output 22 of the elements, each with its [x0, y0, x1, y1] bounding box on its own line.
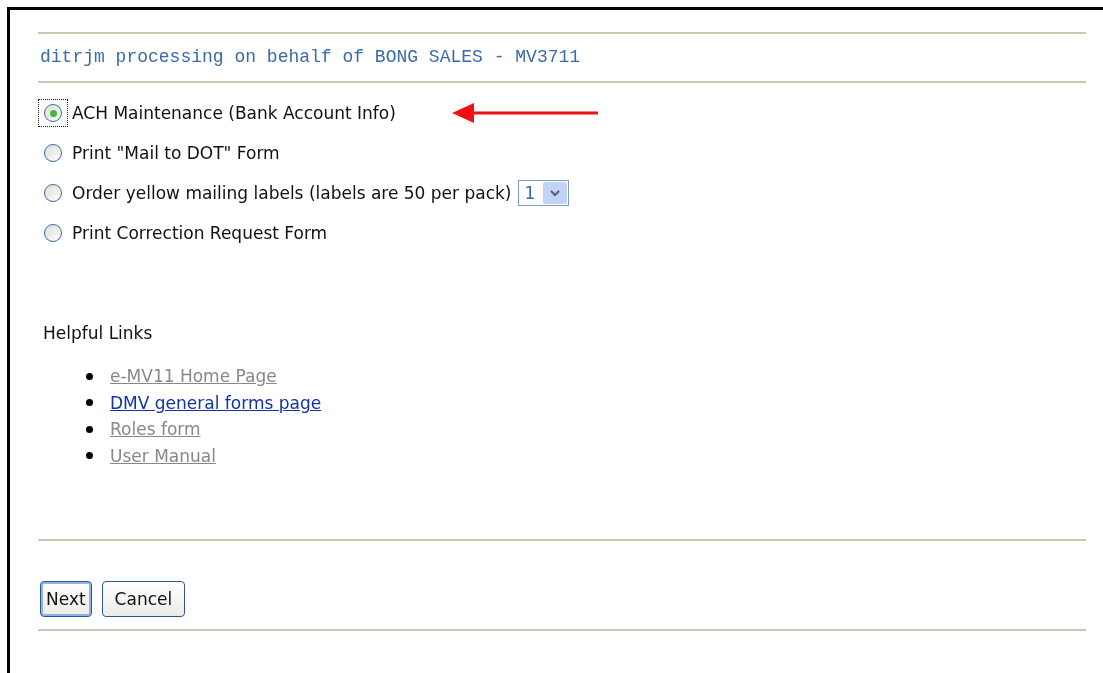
- radio-button[interactable]: [44, 184, 62, 202]
- link[interactable]: Roles form: [110, 419, 201, 440]
- bullet-icon: [86, 372, 93, 380]
- option-label: Print Correction Request Form: [72, 223, 328, 243]
- radio-button[interactable]: [44, 224, 62, 242]
- chevron-down-icon: [550, 189, 561, 197]
- bullet-icon: [86, 425, 93, 433]
- page-heading: ditrjm processing on behalf of BONG SALES - MV3711: [39, 46, 582, 69]
- link[interactable]: DMV general forms page: [110, 392, 322, 413]
- radio-button[interactable]: [44, 144, 62, 162]
- option-label: ACH Maintenance (Bank Account Info): [72, 103, 396, 123]
- cancel-button[interactable]: Cancel: [101, 581, 186, 617]
- section-title: Helpful Links: [43, 323, 154, 343]
- link[interactable]: User Manual: [110, 445, 216, 466]
- radio-button[interactable]: [44, 104, 62, 122]
- quantity-dropdown[interactable]: 1: [517, 180, 570, 206]
- link[interactable]: e-MV11 Home Page: [110, 366, 277, 387]
- option-label: Order yellow mailing labels (labels are 50 per pack): [72, 183, 512, 203]
- bullet-icon: [86, 399, 93, 407]
- bullet-icon: [86, 452, 93, 460]
- option-label: Print "Mail to DOT" Form: [72, 143, 280, 163]
- next-button[interactable]: Next: [40, 581, 92, 617]
